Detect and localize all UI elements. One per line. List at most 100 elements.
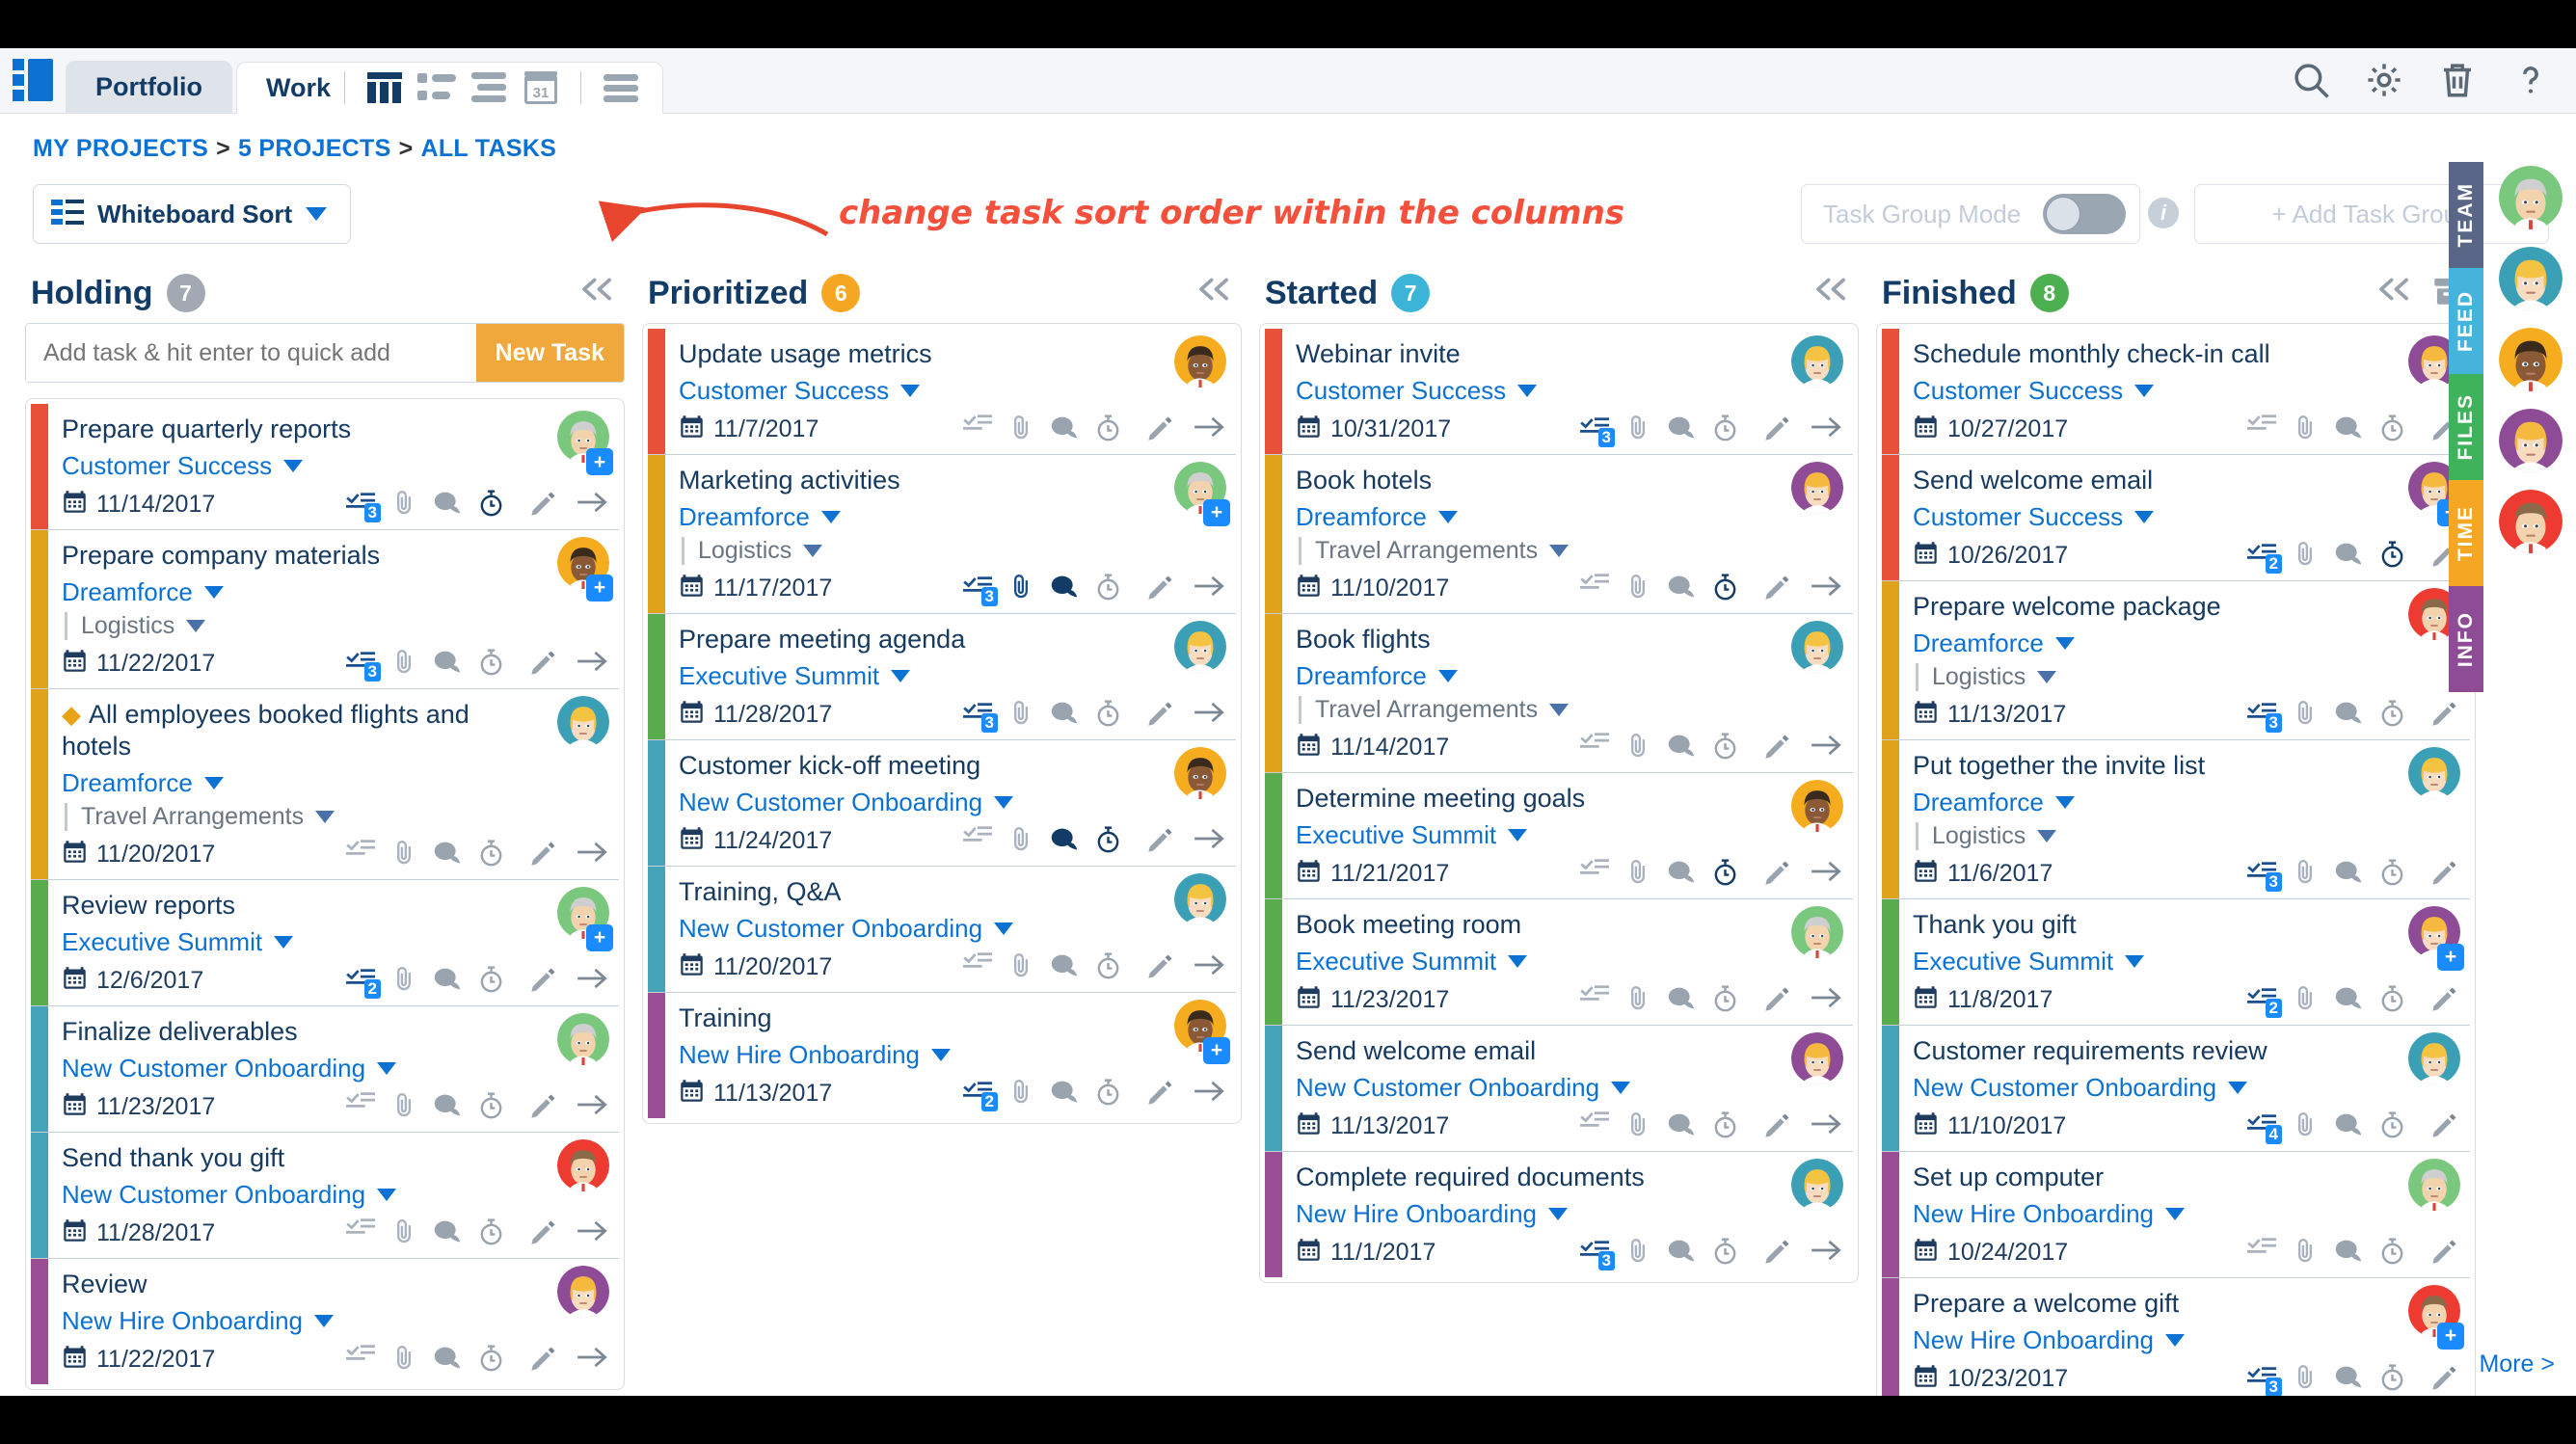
- avatar[interactable]: [1174, 872, 1226, 925]
- move-forward-icon[interactable]: [1811, 1238, 1841, 1268]
- comment-icon[interactable]: [1667, 985, 1696, 1015]
- edit-icon[interactable]: [1763, 573, 1791, 605]
- comment-icon[interactable]: [2334, 985, 2363, 1015]
- task-due-date[interactable]: 11/14/2017: [62, 489, 215, 521]
- chevron-down-icon[interactable]: [2165, 1333, 2186, 1347]
- outline-view-icon[interactable]: [463, 62, 515, 114]
- edit-icon[interactable]: [2430, 1363, 2458, 1396]
- timer-icon[interactable]: [478, 1091, 504, 1124]
- task-project[interactable]: New Customer Onboarding: [679, 788, 1224, 817]
- attachment-icon[interactable]: [2293, 540, 2318, 572]
- checklist-icon[interactable]: 3: [1580, 1240, 1615, 1270]
- checklist-icon[interactable]: 3: [346, 493, 381, 522]
- checklist-icon[interactable]: 3: [2247, 1366, 2282, 1396]
- timer-icon[interactable]: [478, 965, 504, 998]
- rail-tab-feed[interactable]: FEED: [2449, 268, 2483, 374]
- task-subproject[interactable]: Travel Arrangements: [1299, 536, 1841, 565]
- avatar[interactable]: [1174, 620, 1226, 673]
- task-card[interactable]: Determine meeting goals Executive Summit…: [1265, 772, 1853, 899]
- avatar[interactable]: [1174, 335, 1226, 388]
- collapse-column-icon[interactable]: [1812, 275, 1849, 312]
- timer-icon[interactable]: [1095, 1078, 1121, 1110]
- task-due-date[interactable]: 12/6/2017: [62, 965, 203, 998]
- attachment-icon[interactable]: [1625, 858, 1650, 890]
- timer-icon[interactable]: [2379, 984, 2405, 1017]
- chevron-down-icon[interactable]: [1549, 544, 1570, 557]
- task-due-date[interactable]: 11/8/2017: [1913, 984, 2053, 1017]
- task-due-date[interactable]: 11/22/2017: [62, 648, 215, 681]
- add-assignee-button[interactable]: +: [586, 574, 613, 602]
- avatar[interactable]: [2408, 1158, 2460, 1211]
- attachment-icon[interactable]: [2293, 984, 2318, 1016]
- comment-icon[interactable]: [2334, 1238, 2363, 1268]
- task-card[interactable]: Update usage metrics Customer Success 11…: [648, 329, 1236, 455]
- timer-icon[interactable]: [2379, 414, 2405, 446]
- task-project[interactable]: Dreamforce: [679, 502, 1224, 532]
- checklist-icon[interactable]: 2: [2247, 987, 2282, 1018]
- chevron-down-icon[interactable]: [1549, 703, 1570, 716]
- attachment-icon[interactable]: [391, 1091, 416, 1123]
- edit-icon[interactable]: [2430, 1110, 2458, 1143]
- task-due-date[interactable]: 11/13/2017: [1913, 699, 2066, 732]
- task-card[interactable]: Training New Hire Onboarding 11/13/2017 …: [648, 992, 1236, 1118]
- chevron-down-icon[interactable]: [2134, 510, 2155, 523]
- move-forward-icon[interactable]: [1811, 985, 1841, 1015]
- task-card[interactable]: Thank you gift Executive Summit 11/8/201…: [1882, 898, 2470, 1026]
- tab-portfolio[interactable]: Portfolio: [66, 61, 232, 113]
- task-project[interactable]: Executive Summit: [1296, 820, 1841, 850]
- attachment-icon[interactable]: [1008, 951, 1033, 983]
- timer-icon[interactable]: [2379, 858, 2405, 891]
- comment-icon[interactable]: [433, 966, 462, 996]
- chevron-down-icon[interactable]: [2228, 1081, 2248, 1094]
- edit-icon[interactable]: [529, 1217, 557, 1250]
- task-project[interactable]: Customer Success: [1913, 376, 2458, 406]
- add-assignee-button[interactable]: +: [2437, 1322, 2464, 1350]
- avatar[interactable]: [557, 695, 609, 748]
- task-due-date[interactable]: 10/23/2017: [1913, 1363, 2068, 1396]
- checklist-icon[interactable]: 3: [963, 703, 998, 733]
- app-logo[interactable]: [0, 48, 66, 113]
- timer-icon[interactable]: [1095, 573, 1121, 605]
- task-project[interactable]: Dreamforce: [62, 577, 607, 607]
- timer-icon[interactable]: [1712, 984, 1738, 1017]
- edit-icon[interactable]: [1146, 951, 1174, 984]
- task-due-date[interactable]: 11/24/2017: [679, 825, 832, 858]
- task-card[interactable]: Prepare welcome package Dreamforce Logis…: [1882, 580, 2470, 740]
- task-card[interactable]: Marketing activities Dreamforce Logistic…: [648, 454, 1236, 614]
- more-link[interactable]: More >: [2479, 1350, 2555, 1378]
- attachment-icon[interactable]: [1008, 699, 1033, 731]
- avatar[interactable]: [557, 1012, 609, 1065]
- comment-icon[interactable]: [1667, 1111, 1696, 1141]
- checklist-icon[interactable]: [1580, 859, 1609, 889]
- avatar[interactable]: [1791, 1031, 1843, 1084]
- task-project[interactable]: Dreamforce: [62, 768, 607, 798]
- timer-icon[interactable]: [478, 489, 504, 521]
- timer-icon[interactable]: [478, 1217, 504, 1250]
- checklist-icon[interactable]: [963, 952, 992, 982]
- task-project[interactable]: Dreamforce: [1296, 502, 1841, 532]
- task-project[interactable]: New Hire Onboarding: [1913, 1199, 2458, 1229]
- breadcrumb-item-all-tasks[interactable]: ALL TASKS: [420, 135, 556, 162]
- add-task-group-button[interactable]: + Add Task Group: [2194, 184, 2549, 244]
- breadcrumb-item-5-projects[interactable]: 5 PROJECTS: [238, 135, 391, 162]
- timer-icon[interactable]: [478, 1344, 504, 1377]
- chevron-down-icon[interactable]: [1437, 669, 1458, 682]
- avatar[interactable]: [1791, 779, 1843, 832]
- list-view-icon[interactable]: [411, 62, 463, 114]
- task-project[interactable]: Executive Summit: [1296, 947, 1841, 976]
- comment-icon[interactable]: [2334, 414, 2363, 444]
- timer-icon[interactable]: [1712, 573, 1738, 605]
- task-due-date[interactable]: 11/10/2017: [1296, 573, 1449, 605]
- move-forward-icon[interactable]: [1194, 952, 1224, 982]
- timer-icon[interactable]: [1095, 825, 1121, 858]
- edit-icon[interactable]: [1146, 825, 1174, 858]
- task-project[interactable]: Executive Summit: [679, 661, 1224, 691]
- task-subproject[interactable]: Logistics: [65, 611, 607, 640]
- info-icon[interactable]: i: [2148, 198, 2179, 228]
- comment-icon[interactable]: [1667, 859, 1696, 889]
- chevron-down-icon[interactable]: [314, 1314, 335, 1327]
- task-project[interactable]: Customer Success: [1296, 376, 1841, 406]
- comment-icon[interactable]: [1667, 733, 1696, 762]
- checklist-icon[interactable]: [2247, 414, 2276, 444]
- task-project[interactable]: New Hire Onboarding: [1296, 1199, 1841, 1229]
